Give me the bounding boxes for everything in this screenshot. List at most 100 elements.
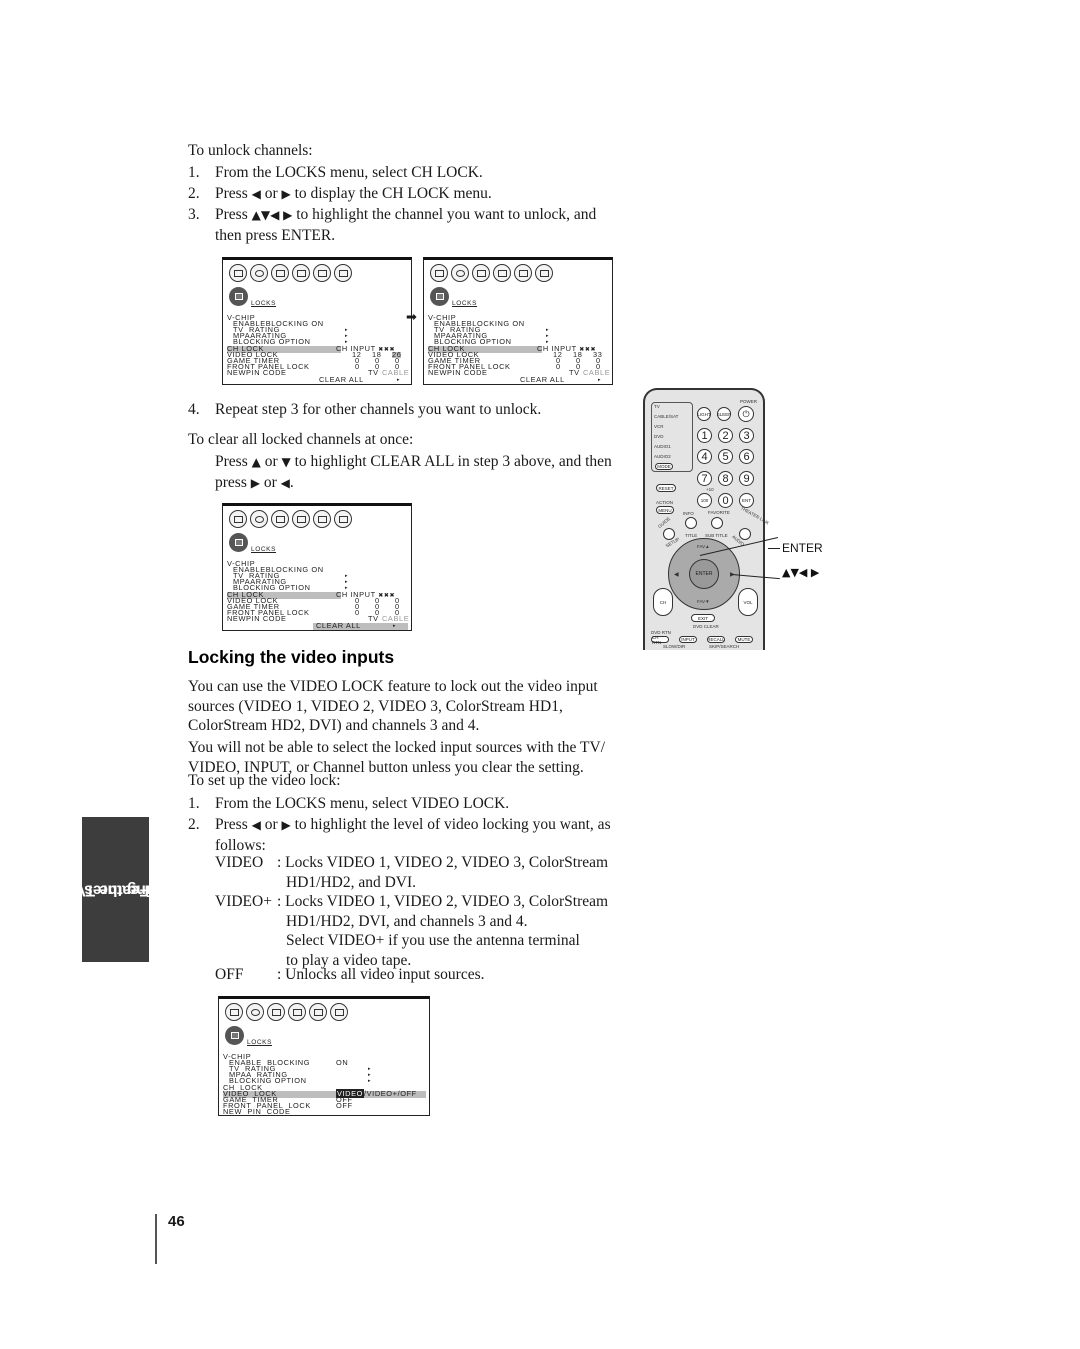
digit-1-button[interactable]: 1	[697, 428, 712, 443]
digit-0-button[interactable]: 0	[718, 493, 733, 508]
text: to display the CH LOCK menu.	[290, 185, 492, 202]
dvd-clear-label: DVD CLEAR	[693, 624, 719, 629]
exit-button[interactable]: EXIT	[691, 614, 715, 622]
step-number: 4.	[188, 401, 200, 418]
text: press	[215, 473, 251, 491]
light-button[interactable]: LIGHT	[697, 407, 711, 421]
menu-button[interactable]: MENU	[656, 506, 674, 514]
step-number: 2.	[188, 816, 200, 833]
left-button[interactable]: ◀	[674, 571, 679, 578]
text-line: sources (VIDEO 1, VIDEO 2, VIDEO 3, Colo…	[188, 697, 563, 715]
favorite-label: FAVORITE	[708, 510, 730, 515]
option-video-desc: : Locks VIDEO 1, VIDEO 2, VIDEO 3, Color…	[277, 853, 622, 892]
osd-row-clear-all-highlighted: CLEAR ALL ▸	[313, 621, 408, 630]
mode-vcr: VCR	[654, 424, 664, 429]
setup-menu-icon	[271, 510, 289, 528]
chapter-title-line-2: Features	[83, 881, 148, 898]
label: CLEAR ALL	[316, 621, 361, 630]
digit-2-button[interactable]: 2	[718, 428, 733, 443]
page-number: 46	[168, 1213, 185, 1230]
digit-8-button[interactable]: 8	[718, 471, 733, 486]
right-arrow-icon: ▶	[281, 187, 291, 201]
text-line: : Unlocks all video input sources.	[277, 966, 485, 983]
subtitle-label: SUB TITLE	[705, 533, 728, 538]
sleep-button[interactable]: SLEEP	[717, 407, 731, 421]
section-paragraph-1: You can use the VIDEO LOCK feature to lo…	[188, 677, 618, 736]
audio-menu-icon	[250, 510, 268, 528]
menu-title: LOCKS	[452, 300, 478, 307]
submenu-arrow-icon: ▸	[393, 623, 397, 629]
digit-7-button[interactable]: 7	[697, 471, 712, 486]
step-text: Repeat step 3 for other channels you wan…	[215, 401, 542, 418]
reset-button[interactable]: RESET	[656, 484, 676, 492]
ch-rtn-button[interactable]: CH RTN	[651, 635, 669, 645]
enter-button[interactable]: ENTER	[689, 559, 719, 589]
text: follows:	[215, 836, 266, 854]
left-arrow-icon: ◀	[251, 818, 261, 832]
locks-active-icon	[225, 1026, 244, 1045]
text-line: You can use the VIDEO LOCK feature to lo…	[188, 678, 598, 695]
page-number-rule	[155, 1214, 157, 1264]
recall-button[interactable]: RECALL	[707, 636, 725, 643]
info-label: INFO	[683, 511, 694, 516]
text: or	[260, 816, 282, 833]
picture-menu-icon	[225, 1003, 243, 1021]
text: to highlight the level of video locking …	[290, 816, 611, 833]
text-line: HD1/HD2, DVI, and channels 3 and 4.	[286, 912, 528, 930]
option-video-plus-key: VIDEO+	[215, 893, 272, 910]
setup-menu-icon	[267, 1003, 285, 1021]
fav-down-button[interactable]: FAV▼	[697, 599, 710, 604]
left-arrow-icon: ◀	[251, 187, 261, 201]
label: NEWPIN CODE	[227, 614, 287, 623]
option-off-desc: : Unlocks all video input sources.	[277, 965, 622, 985]
mute-button[interactable]: MUTE	[735, 636, 753, 643]
digit-3-button[interactable]: 3	[739, 428, 754, 443]
menu-title: LOCKS	[251, 300, 277, 307]
timer-menu-icon	[493, 264, 511, 282]
options-menu-icon	[313, 510, 331, 528]
text-line: HD1/HD2, and DVI.	[286, 873, 417, 891]
locks-active-icon	[229, 533, 248, 552]
mode-tv: TV	[654, 404, 660, 409]
favorite-button[interactable]	[711, 517, 723, 529]
theater-link-button[interactable]	[739, 528, 751, 540]
step-number: 1.	[188, 795, 200, 812]
digit-5-button[interactable]: 5	[718, 449, 733, 464]
ch-label: CH	[659, 599, 667, 605]
left-arrow-icon: ◀	[280, 475, 290, 490]
tv-label: TV	[569, 368, 580, 377]
osd-row-new-pin-code: NEW PIN CODE	[223, 1107, 426, 1116]
mode-button[interactable]: MODE	[655, 463, 673, 470]
hundred-button[interactable]: 100	[697, 493, 712, 508]
input-button[interactable]: INPUT	[679, 636, 697, 643]
digit-9-button[interactable]: 9	[739, 471, 754, 486]
step-text: From the LOCKS menu, select CH LOCK.	[215, 164, 483, 181]
mode-dvd: DVD	[654, 434, 664, 439]
fav-up-button[interactable]: FAV▲	[697, 544, 710, 549]
tv-label: TV	[368, 368, 379, 377]
channel-rocker[interactable]: CH	[653, 588, 673, 616]
locks-menu-icon	[330, 1003, 348, 1021]
step-text: Press ◀ or ▶ to display the CH LOCK menu…	[215, 184, 620, 205]
step-number: 2.	[188, 185, 200, 202]
text-line: : Locks VIDEO 1, VIDEO 2, VIDEO 3, Color…	[277, 893, 609, 910]
menu-title: LOCKS	[247, 1039, 273, 1046]
text: or	[259, 473, 281, 491]
direction-arrows-icon: ▲▼◀ ▶	[251, 208, 293, 222]
digit-6-button[interactable]: 6	[739, 449, 754, 464]
audio-menu-icon	[451, 264, 469, 282]
text: or	[260, 453, 282, 470]
label: NEWPIN CODE	[428, 368, 488, 377]
info-button[interactable]	[685, 517, 697, 529]
step-text: Press ◀ or ▶ to highlight the level of v…	[215, 815, 620, 855]
text: to highlight the channel you want to unl…	[292, 206, 597, 223]
label: NEW PIN CODE	[223, 1107, 291, 1116]
digit-4-button[interactable]: 4	[697, 449, 712, 464]
right-arrow-icon: ▶	[281, 818, 291, 832]
power-button[interactable]: ⏻	[738, 406, 754, 422]
label: CLEAR ALL	[319, 375, 364, 384]
timer-menu-icon	[288, 1003, 306, 1021]
osd-row-clear-all: CLEAR ALL ▸	[227, 375, 408, 384]
volume-rocker[interactable]: VOL	[738, 588, 758, 616]
picture-menu-icon	[229, 510, 247, 528]
